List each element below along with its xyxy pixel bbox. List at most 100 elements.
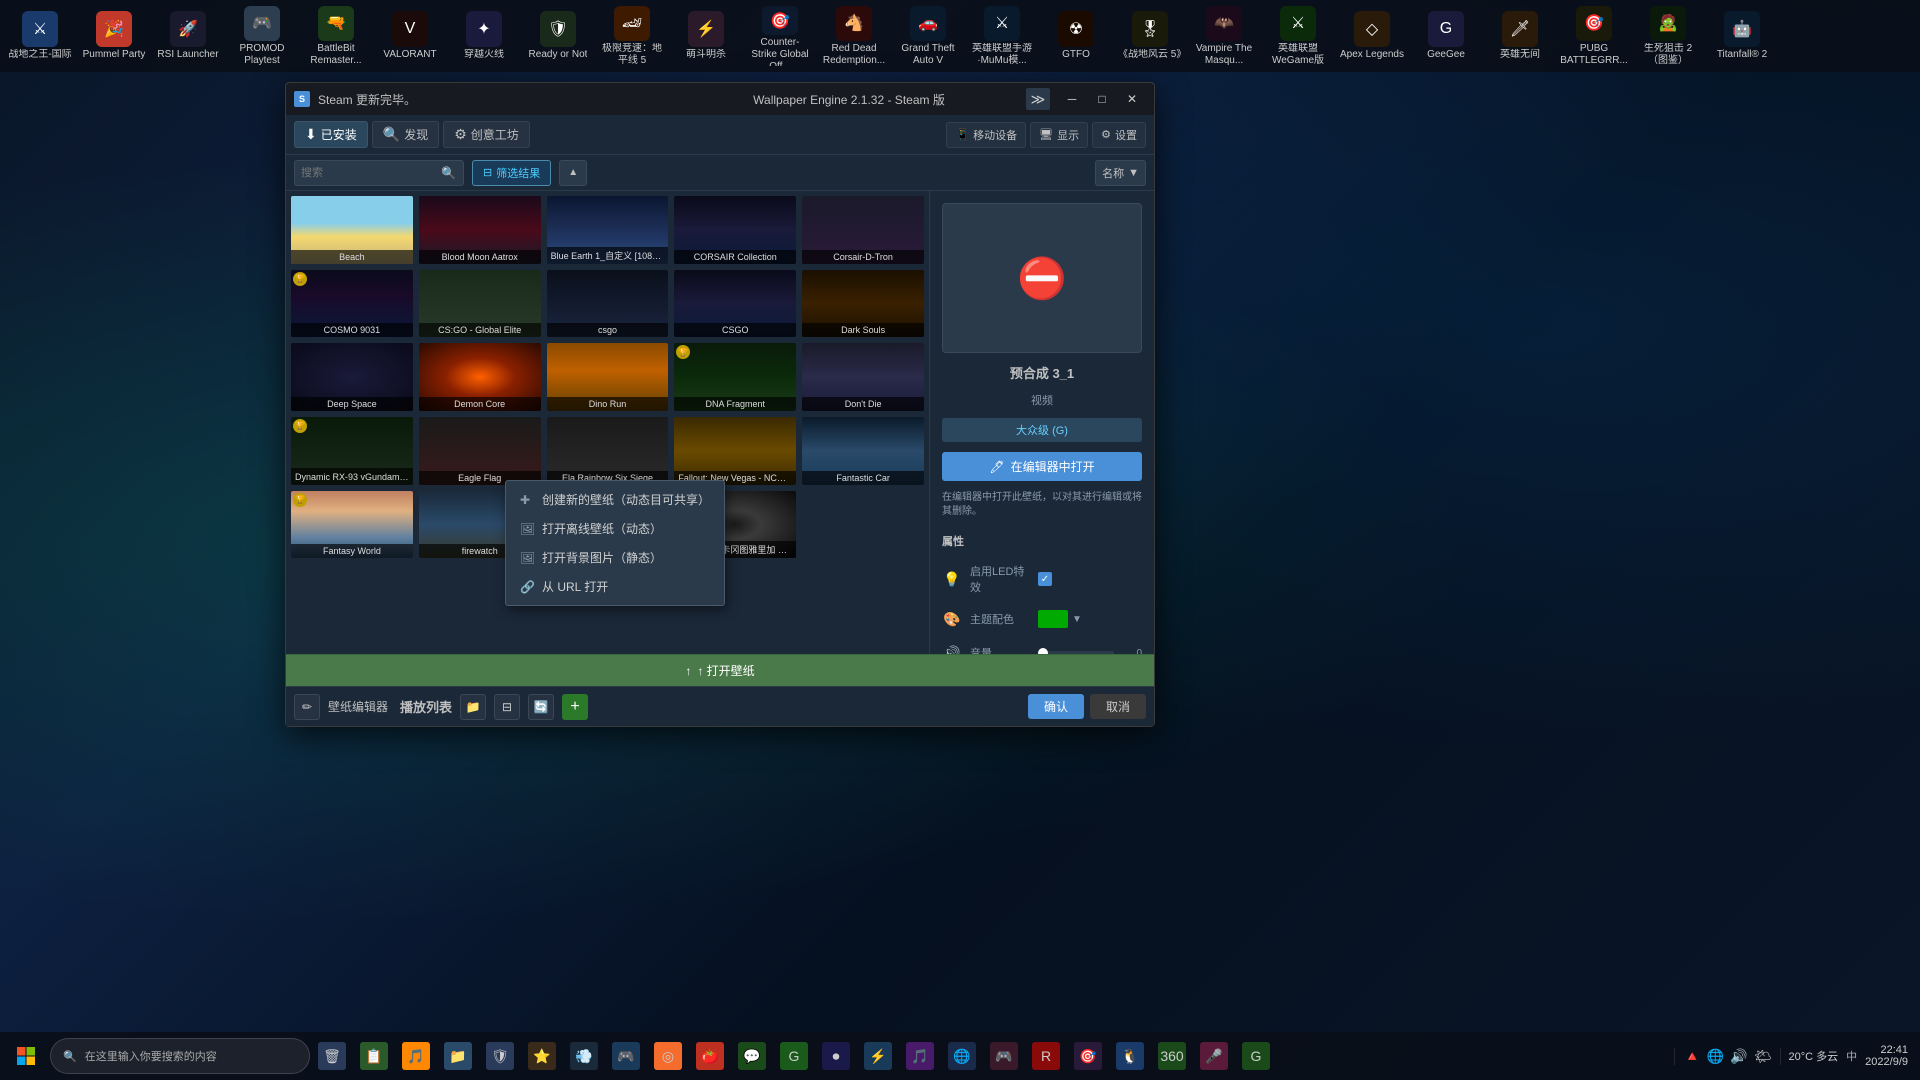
search-icon[interactable]: 🔍 [441, 166, 456, 180]
sort-button[interactable]: ▲ [559, 160, 587, 186]
tab-installed[interactable]: ⬇已安装 [294, 121, 368, 148]
taskbar-item-kingdom[interactable]: ⚔ 战地之王-国际 [4, 2, 76, 70]
taskbar-item-wuyou[interactable]: 🗡 英雄无间 [1484, 2, 1556, 70]
grid-item-blueearth[interactable]: Blue Earth 1_自定义 [1080P] [546, 195, 670, 265]
taskbar-item-crossfire[interactable]: ✦ 穿越火线 [448, 2, 520, 70]
bottom-app-yuansu[interactable]: 🌐 [942, 1036, 982, 1076]
grid-item-fantastic[interactable]: Fantastic Car [801, 416, 925, 486]
bottom-app-360[interactable]: 360 [1152, 1036, 1192, 1076]
taskbar-item-meng[interactable]: ⚡ 萌斗明杀 [670, 2, 742, 70]
bottom-app-biyao[interactable]: 📋 [354, 1036, 394, 1076]
taskbar-item-valorant[interactable]: V VALORANT [374, 2, 446, 70]
grid-item-beach[interactable]: Beach [290, 195, 414, 265]
rating-button[interactable]: 大众级 (G) [942, 418, 1142, 442]
taskbar-item-battlebit[interactable]: 🔫 BattleBit Remaster... [300, 2, 372, 70]
bottom-app-obs[interactable]: ⏺ [816, 1036, 856, 1076]
settings-button[interactable]: ⚙ 设置 [1092, 122, 1146, 148]
grid-item-csgo2[interactable]: csgo [546, 269, 670, 339]
grid-item-fallout[interactable]: Fallout: New Vegas - NCR Ranger CLASSIC [673, 416, 797, 486]
grid-item-deepspace[interactable]: Deep Space [290, 342, 414, 412]
bottom-app-logitech[interactable]: G [1236, 1036, 1276, 1076]
taskbar-item-zombie[interactable]: 🧟 生死狙击 2（图鉴） [1632, 2, 1704, 70]
mobile-button[interactable]: 📱 移动设备 [946, 122, 1026, 148]
taskbar-item-vampire[interactable]: 🦇 Vampire The Masqu... [1188, 2, 1260, 70]
bottom-app-rockstar[interactable]: ⭐ [522, 1036, 562, 1076]
context-item[interactable]: 🔗从 URL 打开 [506, 572, 724, 601]
bottom-app-huanqiu[interactable]: 🍅 [690, 1036, 730, 1076]
taskbar-item-fallout[interactable]: 🎖 《战地风云 5》 [1114, 2, 1186, 70]
led-checkbox[interactable]: ✓ [1038, 572, 1052, 586]
playlist-option2-button[interactable]: 🔄 [528, 694, 554, 720]
cancel-button[interactable]: 取消 [1090, 694, 1146, 719]
taskbar-item-geegee[interactable]: G GeeGee [1410, 2, 1482, 70]
search-bar[interactable]: 🔍 在这里输入你要搜索的内容 [50, 1038, 310, 1074]
grid-item-csgo1[interactable]: CS:GO - Global Elite [418, 269, 542, 339]
tray-network-icon[interactable]: 🌐 [1707, 1048, 1724, 1065]
restore-button[interactable]: □ [1088, 88, 1116, 110]
start-button[interactable] [4, 1034, 48, 1078]
bottom-app-huishouzhan[interactable]: 🗑 [312, 1036, 352, 1076]
bottom-app-wegame[interactable]: 🎮 [606, 1036, 646, 1076]
taskbar-item-gtfo[interactable]: ☢ GTFO [1040, 2, 1112, 70]
grid-item-csgo3[interactable]: CSGO [673, 269, 797, 339]
bottom-app-quanmin[interactable]: 🎤 [1194, 1036, 1234, 1076]
sort-select[interactable]: 名称 ▼ [1095, 160, 1146, 186]
volume-slider-track[interactable] [1038, 651, 1114, 654]
search-input[interactable] [301, 167, 441, 179]
confirm-button[interactable]: 确认 [1028, 694, 1084, 719]
bottom-app-origin[interactable]: ◎ [648, 1036, 688, 1076]
taskbar-item-rsi[interactable]: 🚀 RSI Launcher [152, 2, 224, 70]
grid-item-corsair[interactable]: CORSAIR Collection [673, 195, 797, 265]
context-item[interactable]: 🖼打开背景图片（静态） [506, 543, 724, 572]
bottom-app-softwares[interactable]: 📁 [438, 1036, 478, 1076]
color-dropdown-icon[interactable]: ▼ [1072, 614, 1082, 625]
taskbar-item-titanfall[interactable]: 🤖 Titanfall® 2 [1706, 2, 1778, 70]
grid-item-fantasy[interactable]: Fantasy World 🏆 [290, 490, 414, 560]
grid-item-eagle[interactable]: Eagle Flag [418, 416, 542, 486]
grid-item-dynamic[interactable]: Dynamic RX-93 vGundam 动态·牛高达 🏆 [290, 416, 414, 486]
bottom-app-steam[interactable]: 💨 [564, 1036, 604, 1076]
taskbar-item-league[interactable]: ⚔ 英雄联盟手游·MuMu模... [966, 2, 1038, 70]
taskbar-item-grandtheft[interactable]: 🚗 Grand Theft Auto V [892, 2, 964, 70]
bottom-app-yybobo[interactable]: 🎵 [900, 1036, 940, 1076]
volume-slider-thumb[interactable] [1038, 648, 1048, 654]
grid-item-darksouls[interactable]: Dark Souls [801, 269, 925, 339]
playlist-option1-button[interactable]: ⊟ [494, 694, 520, 720]
taskbar-item-speed[interactable]: 🏎 极限竞速：地平线 5 [596, 2, 668, 70]
taskbar-item-promod[interactable]: 🎮 PROMOD Playtest [226, 2, 298, 70]
context-item[interactable]: ✚创建新的壁纸（动态目可共享） [506, 485, 724, 514]
expand-button[interactable]: ≫ [1026, 88, 1050, 110]
bottom-app-uuacc[interactable]: ⚡ [858, 1036, 898, 1076]
open-editor-button[interactable]: 🖊 在编辑器中打开 [942, 452, 1142, 481]
taskbar-item-reddead[interactable]: 🐴 Red Dead Redemption... [818, 2, 890, 70]
minimize-button[interactable]: ─ [1058, 88, 1086, 110]
filter-button[interactable]: ⊟ 筛选结果 [472, 160, 551, 186]
grid-item-corsairtron[interactable]: Corsair-D-Tron [801, 195, 925, 265]
taskbar-item-pubg[interactable]: 🎯 PUBG BATTLEGRR... [1558, 2, 1630, 70]
close-button[interactable]: ✕ [1118, 88, 1146, 110]
bottom-app-flstudio[interactable]: 🎵 [396, 1036, 436, 1076]
bottom-app-tencentqq[interactable]: 🐧 [1110, 1036, 1150, 1076]
bottom-app-bs5[interactable]: 🎯 [1068, 1036, 1108, 1076]
tray-volume-icon[interactable]: 🔊 [1730, 1048, 1747, 1065]
taskbar-item-wechat[interactable]: ⚔ 英雄联盟 WeGame版 [1262, 2, 1334, 70]
grid-item-cosmo[interactable]: COSMO 9031 🏆 [290, 269, 414, 339]
bottom-app-geforce[interactable]: G [774, 1036, 814, 1076]
grid-item-bloodmoon[interactable]: Blood Moon Aatrox [418, 195, 542, 265]
color-control[interactable]: ▼ [1038, 610, 1142, 628]
bottom-app-wechatapp[interactable]: 💬 [732, 1036, 772, 1076]
tab-workshop[interactable]: ⚙创意工坊 [443, 121, 530, 148]
tray-weather-icon[interactable]: 🌤 [1754, 1048, 1772, 1065]
playlist-add-button[interactable]: + [562, 694, 588, 720]
bottom-app-riot[interactable]: R [1026, 1036, 1066, 1076]
tray-expand-icon[interactable]: 🔺 [1683, 1048, 1700, 1065]
context-item[interactable]: 🖼打开离线壁纸（动态） [506, 514, 724, 543]
search-wrap[interactable]: 🔍 [294, 160, 464, 186]
taskbar-item-apex[interactable]: ◇ Apex Legends [1336, 2, 1408, 70]
playlist-folder-button[interactable]: 📁 [460, 694, 486, 720]
taskbar-item-counterstrike[interactable]: 🎯 Counter-Strike Global Off... [744, 2, 816, 70]
taskbar-item-pummel[interactable]: 🎉 Pummel Party [78, 2, 150, 70]
led-control[interactable]: ✓ [1038, 572, 1142, 586]
tab-discover[interactable]: 🔍发现 [372, 121, 439, 148]
open-wallpaper-bar[interactable]: ↑ ↑ 打开壁纸 [286, 654, 1154, 686]
